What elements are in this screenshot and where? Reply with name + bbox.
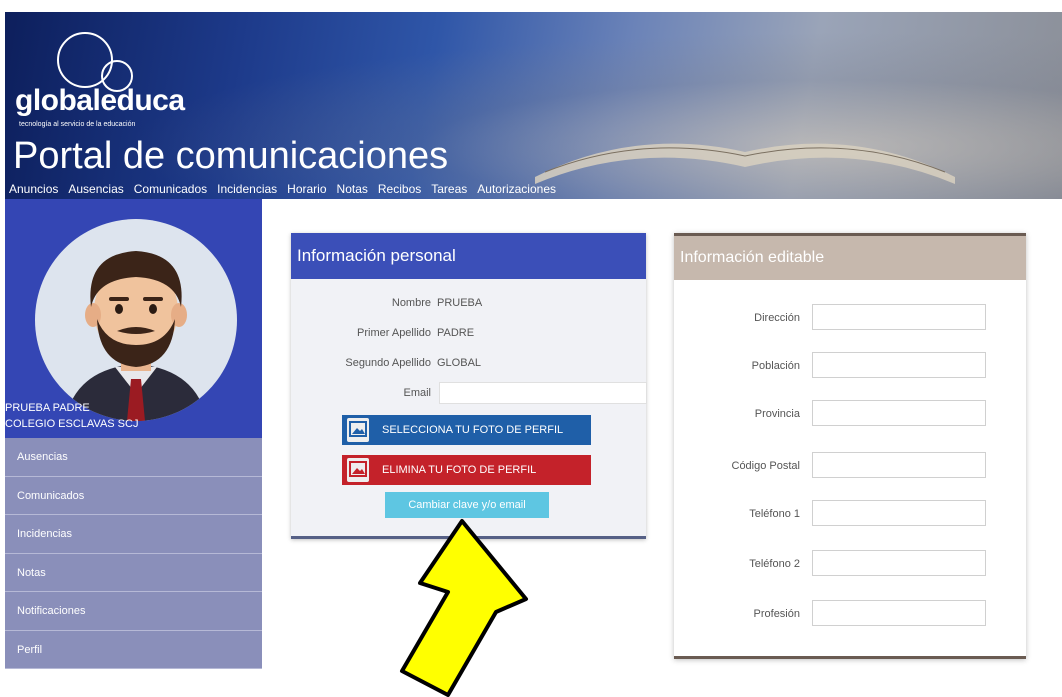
- nav-tareas[interactable]: Tareas: [431, 182, 467, 196]
- logo-tagline: tecnología al servicio de la educación: [19, 121, 136, 128]
- sidebar-item-notas[interactable]: Notas: [5, 553, 262, 592]
- sidebar-menu: Ausencias Comunicados Incidencias Notas …: [5, 438, 262, 669]
- delete-photo-button[interactable]: ELIMINA TU FOTO DE PERFIL: [342, 455, 591, 485]
- sidebar: PRUEBA PADRE COLEGIO ESCLAVAS SCJ Ausenc…: [5, 199, 262, 669]
- change-password-email-label: Cambiar clave y/o email: [408, 499, 526, 511]
- field-label: Población: [751, 360, 800, 372]
- email-field[interactable]: [439, 382, 647, 404]
- profession-input[interactable]: [812, 600, 986, 626]
- phone-1-input[interactable]: [812, 500, 986, 526]
- field-label: Teléfono 2: [749, 558, 800, 570]
- nav-horario[interactable]: Horario: [287, 182, 326, 196]
- editable-info-title: Información editable: [674, 236, 1026, 280]
- town-input[interactable]: [812, 352, 986, 378]
- edit-row-profesion: Profesión: [674, 600, 1026, 630]
- image-icon: [347, 418, 369, 442]
- arrow-pointer-icon: [400, 519, 528, 697]
- field-label: Provincia: [754, 408, 800, 420]
- logo: globaleduca: [15, 84, 185, 117]
- field-label: Teléfono 1: [749, 508, 800, 520]
- sidebar-item-notificaciones[interactable]: Notificaciones: [5, 592, 262, 631]
- nav-comunicados[interactable]: Comunicados: [134, 182, 207, 196]
- image-icon: [347, 458, 369, 482]
- profile-area: PRUEBA PADRE COLEGIO ESCLAVAS SCJ: [5, 199, 262, 438]
- editable-info-panel: Información editable Dirección Población…: [674, 233, 1026, 659]
- phone-2-input[interactable]: [812, 550, 986, 576]
- field-value: GLOBAL: [437, 357, 482, 369]
- nav-ausencias[interactable]: Ausencias: [68, 182, 123, 196]
- edit-row-telefono-1: Teléfono 1: [674, 500, 1026, 530]
- avatar: [35, 219, 237, 421]
- delete-photo-label: ELIMINA TU FOTO DE PERFIL: [382, 464, 537, 476]
- info-row-nombre: Nombre PRUEBA: [291, 297, 482, 309]
- field-label: Dirección: [754, 312, 800, 324]
- edit-row-provincia: Provincia: [674, 400, 1026, 430]
- personal-info-panel: Información personal Nombre PRUEBA Primer…: [291, 233, 647, 539]
- field-label: Segundo Apellido: [345, 357, 431, 369]
- field-label: Profesión: [753, 608, 800, 620]
- avatar-illustration: [65, 251, 207, 421]
- nav-anuncios[interactable]: Anuncios: [9, 182, 58, 196]
- nav-notas[interactable]: Notas: [337, 182, 368, 196]
- info-row-segundo-apellido: Segundo Apellido GLOBAL: [291, 357, 481, 369]
- nav-incidencias[interactable]: Incidencias: [217, 182, 277, 196]
- address-input[interactable]: [812, 304, 986, 330]
- info-row-email: Email: [291, 387, 437, 399]
- postal-code-input[interactable]: [812, 452, 986, 478]
- sidebar-item-perfil[interactable]: Perfil: [5, 630, 262, 669]
- edit-row-telefono-2: Teléfono 2: [674, 550, 1026, 580]
- field-value: PRUEBA: [437, 297, 483, 309]
- field-value: PADRE: [437, 327, 475, 339]
- profile-school: COLEGIO ESCLAVAS SCJ: [5, 418, 139, 430]
- header-banner: globaleduca tecnología al servicio de la…: [5, 12, 1062, 199]
- edit-row-direccion: Dirección: [674, 304, 1026, 334]
- field-label: Código Postal: [731, 460, 801, 472]
- sidebar-item-incidencias[interactable]: Incidencias: [5, 515, 262, 554]
- edit-row-codigo-postal: Código Postal: [674, 452, 1026, 482]
- select-photo-button[interactable]: SELECCIONA TU FOTO DE PERFIL: [342, 415, 591, 445]
- edit-row-poblacion: Población: [674, 352, 1026, 382]
- field-label: Nombre: [391, 297, 431, 309]
- book-image: [535, 143, 955, 184]
- nav-autorizaciones[interactable]: Autorizaciones: [477, 182, 556, 196]
- field-label: Email: [403, 387, 431, 399]
- sidebar-item-comunicados[interactable]: Comunicados: [5, 476, 262, 515]
- sidebar-item-ausencias[interactable]: Ausencias: [5, 438, 262, 477]
- select-photo-label: SELECCIONA TU FOTO DE PERFIL: [382, 424, 564, 436]
- profile-name: PRUEBA PADRE: [5, 402, 90, 414]
- top-nav: Anuncios Ausencias Comunicados Incidenci…: [9, 182, 556, 196]
- field-label: Primer Apellido: [357, 327, 431, 339]
- nav-recibos[interactable]: Recibos: [378, 182, 421, 196]
- province-input[interactable]: [812, 400, 986, 426]
- personal-info-title: Información personal: [291, 233, 646, 279]
- info-row-primer-apellido: Primer Apellido PADRE: [291, 327, 474, 339]
- page-title: Portal de comunicaciones: [13, 135, 449, 177]
